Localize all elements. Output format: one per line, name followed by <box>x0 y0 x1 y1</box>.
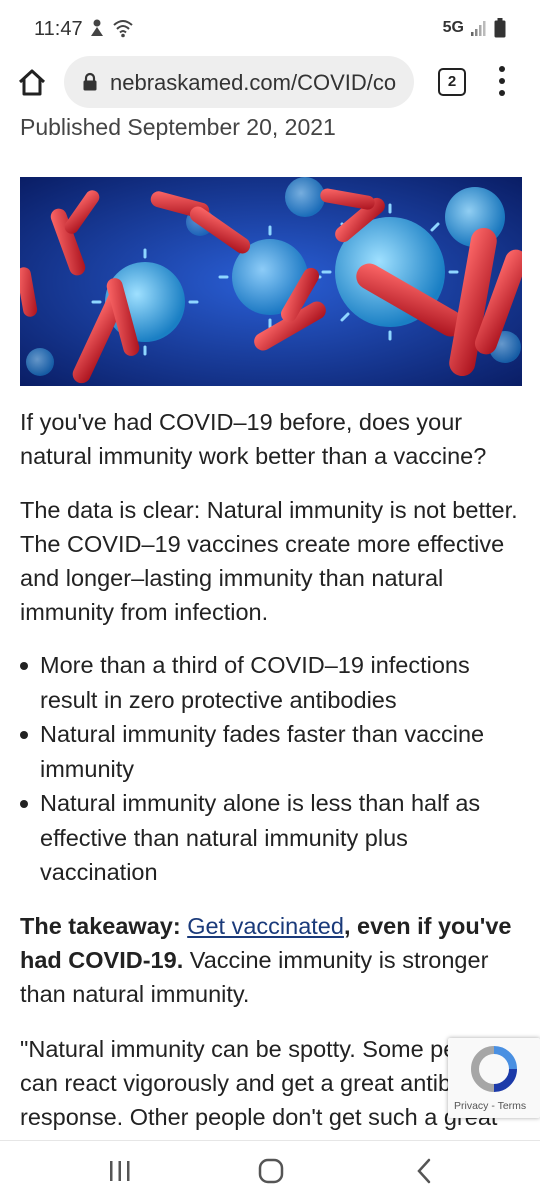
recaptcha-terms-link[interactable]: Terms <box>498 1100 527 1112</box>
recaptcha-separator: - <box>488 1100 498 1112</box>
home-nav-icon[interactable] <box>258 1158 284 1184</box>
status-time: 11:47 <box>34 18 83 40</box>
url-text: nebraskamed.com/COVID/co <box>110 70 397 95</box>
recaptcha-links: Privacy - Terms <box>454 1100 526 1112</box>
recaptcha-icon <box>471 1046 517 1092</box>
battery-icon <box>494 18 506 38</box>
home-button[interactable] <box>16 66 48 98</box>
tab-switcher-button[interactable]: 2 <box>438 68 466 96</box>
publish-date: Published September 20, 2021 <box>20 114 336 140</box>
recent-apps-icon[interactable] <box>108 1160 132 1182</box>
notification-icon <box>91 19 103 36</box>
get-vaccinated-link[interactable]: Get vaccinated <box>187 913 344 939</box>
virus-antibody-illustration <box>20 177 522 386</box>
lock-icon <box>83 72 97 91</box>
network-type: 5G <box>442 19 464 36</box>
takeaway-label: The takeaway: <box>20 913 181 939</box>
list-item: Natural immunity fades faster than vacci… <box>20 717 520 786</box>
takeaway-paragraph: The takeaway: Get vaccinated, even if yo… <box>20 909 520 1011</box>
recaptcha-badge[interactable]: Privacy - Terms <box>448 1038 540 1118</box>
quote-paragraph: "Natural immunity can be spotty. Some pe… <box>20 1036 501 1130</box>
system-nav-bar <box>0 1140 540 1201</box>
browser-toolbar: nebraskamed.com/COVID/co 2 <box>0 52 540 114</box>
intro-paragraph: If you've had COVID–19 before, does your… <box>20 409 487 469</box>
key-points-list: More than a third of COVID–19 infections… <box>20 648 520 890</box>
address-bar[interactable]: nebraskamed.com/COVID/co <box>64 56 414 108</box>
wifi-icon <box>113 20 133 38</box>
home-icon <box>18 69 46 96</box>
list-item: More than a third of COVID–19 infections… <box>20 648 520 717</box>
status-bar: 11:47 5G <box>0 0 540 60</box>
recaptcha-privacy-link[interactable]: Privacy <box>454 1100 488 1112</box>
summary-paragraph: The data is clear: Natural immunity is n… <box>20 497 518 625</box>
signal-icon <box>471 21 486 36</box>
overflow-menu-button[interactable] <box>490 64 514 98</box>
back-icon[interactable] <box>414 1158 434 1184</box>
hero-image <box>20 177 522 386</box>
list-item: Natural immunity alone is less than half… <box>20 786 520 890</box>
